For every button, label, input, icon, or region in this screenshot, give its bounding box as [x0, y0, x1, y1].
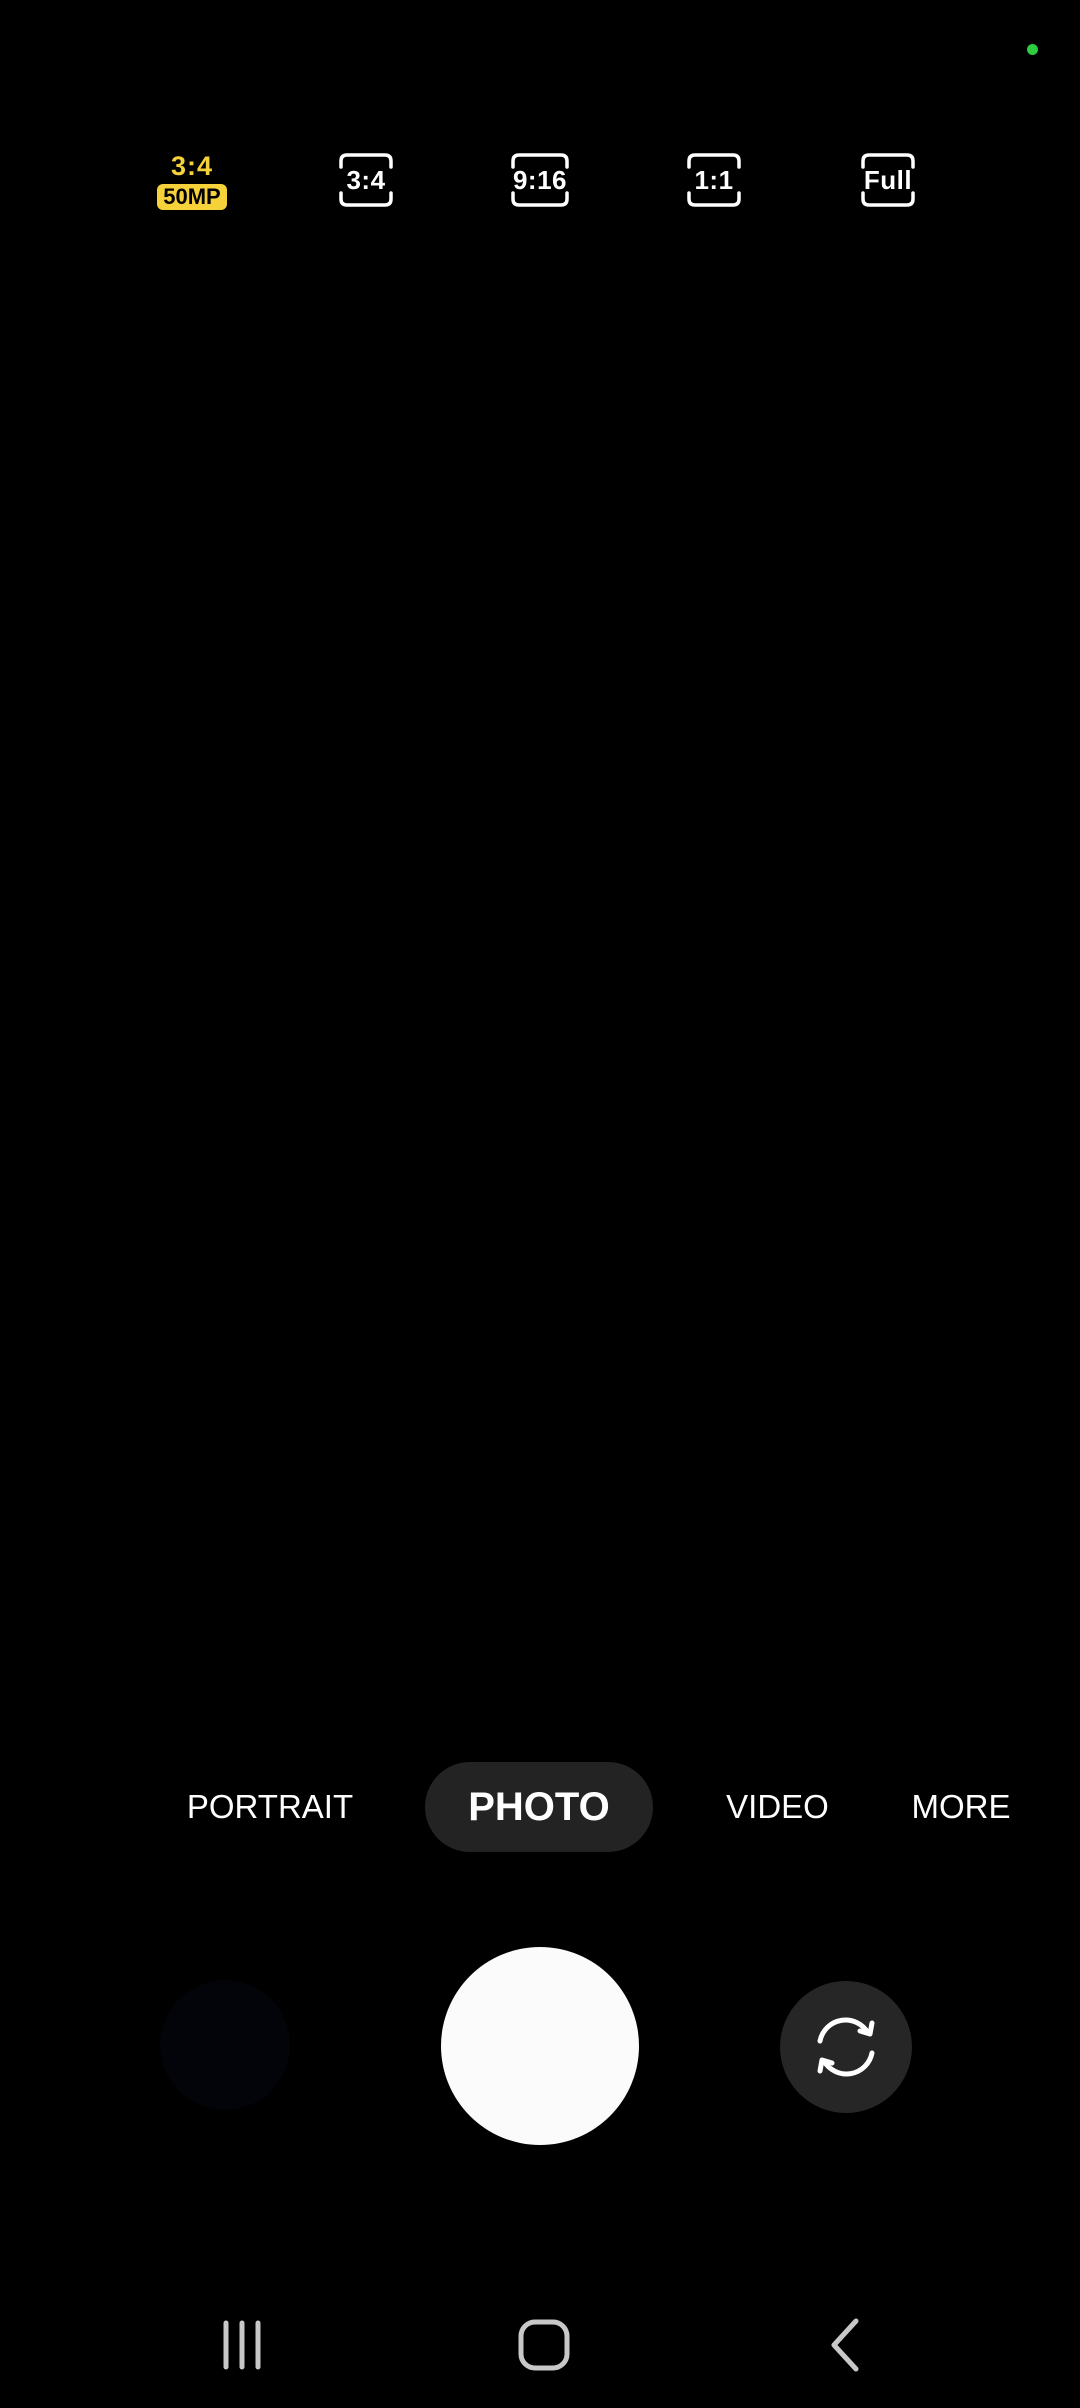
aspect-ratio-option-1-1[interactable]: 1:1 [654, 140, 774, 220]
home-button[interactable] [504, 2305, 584, 2385]
mode-more[interactable]: MORE [900, 1762, 1022, 1852]
back-icon [831, 2318, 859, 2372]
viewfinder[interactable] [0, 240, 1080, 1720]
switch-camera-button[interactable] [780, 1981, 912, 2113]
mode-portrait[interactable]: PORTRAIT [170, 1762, 370, 1852]
ratio-option-label: 9:16 [512, 164, 568, 195]
home-icon [518, 2319, 570, 2371]
aspect-frame-icon: 9:16 [511, 153, 569, 207]
aspect-ratio-option-full[interactable]: Full [828, 140, 948, 220]
mode-video[interactable]: VIDEO [710, 1762, 845, 1852]
aspect-frame-icon: 3:4 [339, 153, 393, 207]
aspect-ratio-option-9-16[interactable]: 9:16 [480, 140, 600, 220]
mode-photo[interactable]: PHOTO [425, 1762, 653, 1852]
ratio-option-label: Full [863, 164, 913, 195]
recents-button[interactable] [202, 2305, 282, 2385]
shutter-button[interactable] [441, 1947, 639, 2145]
ratio-option-label: 1:1 [694, 164, 734, 195]
selected-ratio-label: 3:4 [170, 150, 214, 181]
camera-mode-selector: PORTRAIT PHOTO VIDEO MORE [0, 1762, 1080, 1852]
recents-icon [223, 2320, 261, 2370]
gallery-thumbnail[interactable] [160, 1980, 290, 2110]
camera-in-use-indicator [1027, 44, 1038, 55]
switch-camera-icon [817, 2017, 875, 2077]
ratio-option-label: 3:4 [346, 164, 386, 195]
system-navigation-bar [0, 2290, 1080, 2400]
back-button[interactable] [806, 2305, 886, 2385]
resolution-badge: 50MP [157, 183, 227, 210]
aspect-ratio-selected-3-4-50mp[interactable]: 3:4 50MP [132, 140, 252, 220]
aspect-ratio-selector: 3:4 50MP 3:4 9:16 1:1 Full [0, 140, 1080, 220]
aspect-ratio-option-3-4[interactable]: 3:4 [306, 140, 426, 220]
aspect-frame-icon: Full [861, 153, 915, 207]
aspect-frame-icon: 1:1 [687, 153, 741, 207]
